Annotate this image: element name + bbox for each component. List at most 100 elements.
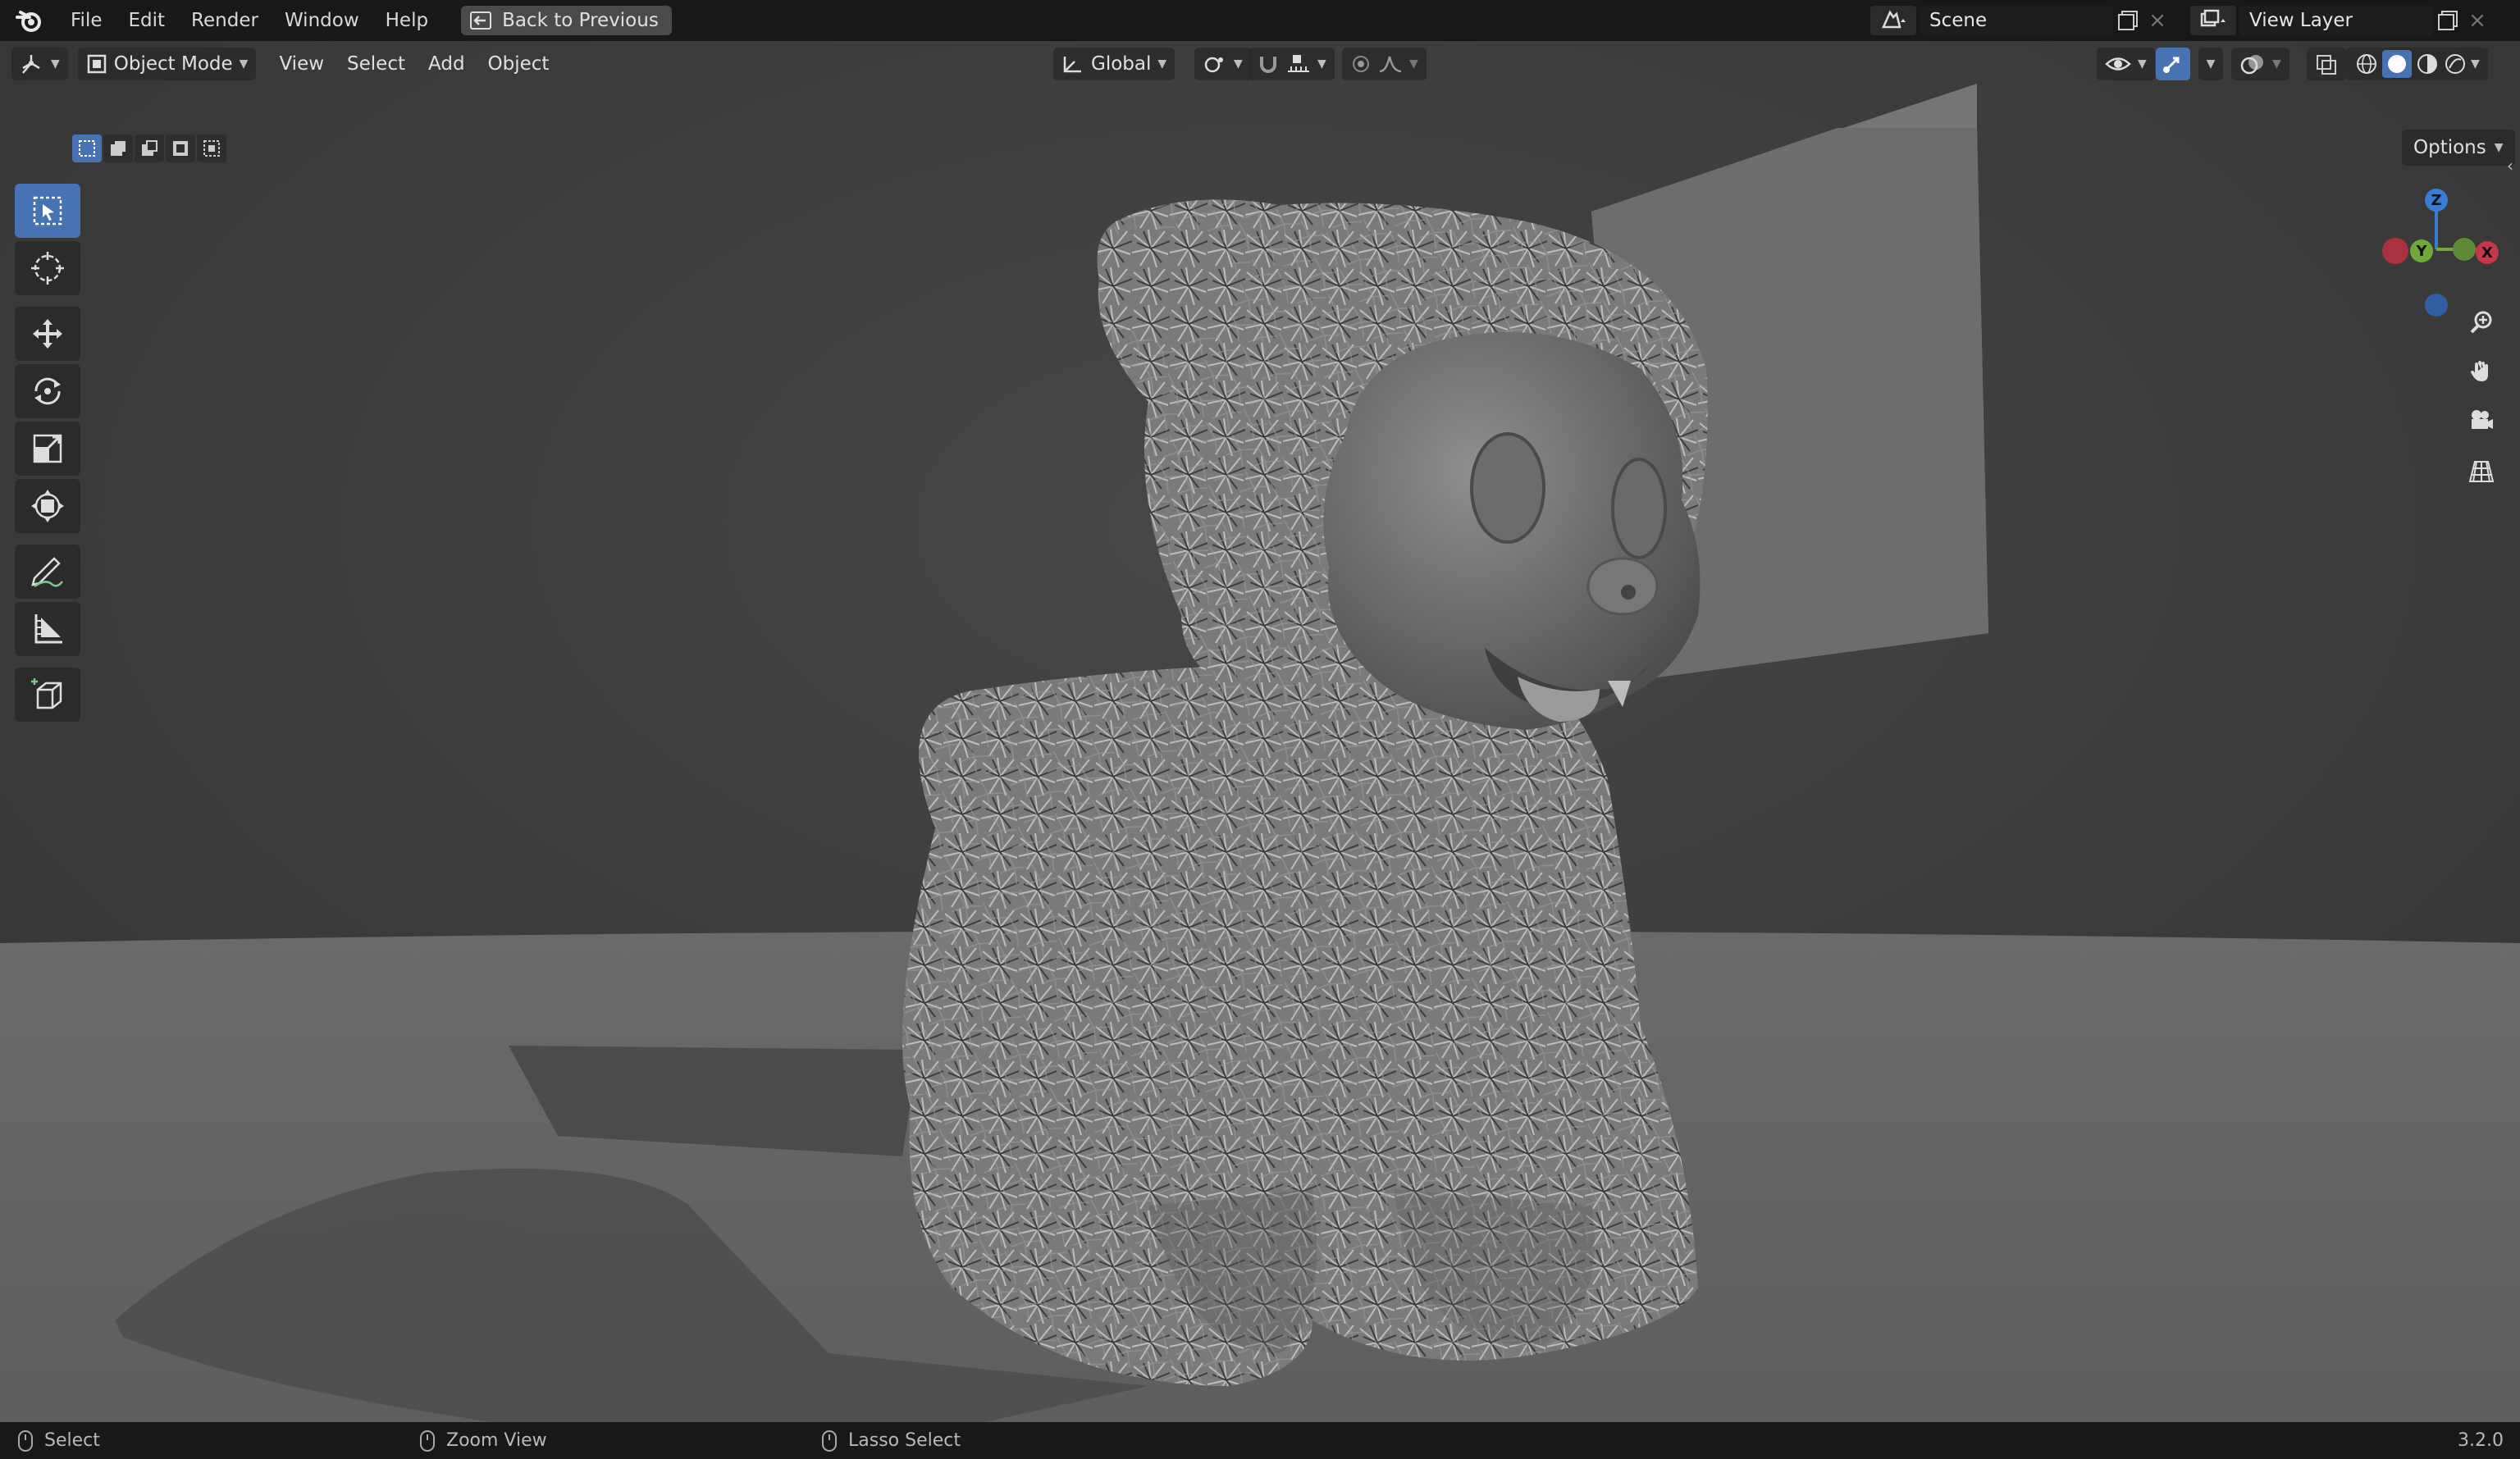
view-layer-selector: View Layer × bbox=[2190, 0, 2492, 41]
new-scene-button[interactable] bbox=[2113, 6, 2143, 35]
transform-orientation-dropdown[interactable]: Global ▼ bbox=[1053, 48, 1176, 80]
zoom-view-button[interactable] bbox=[2461, 302, 2502, 343]
new-view-layer-button[interactable] bbox=[2433, 6, 2463, 35]
view-layer-browse-button[interactable] bbox=[2190, 6, 2236, 35]
show-gizmo-button[interactable] bbox=[2156, 48, 2190, 80]
annotate-icon bbox=[31, 557, 63, 588]
gizmo-icon bbox=[2163, 57, 2180, 73]
select-set-new-icon[interactable] bbox=[72, 135, 102, 162]
remove-view-layer-close-icon[interactable]: × bbox=[2463, 6, 2492, 35]
overlays-group: ▼ bbox=[2231, 48, 2289, 80]
select-extend-icon[interactable] bbox=[103, 135, 133, 162]
menu-add[interactable]: Add bbox=[417, 48, 477, 80]
camera-view-button[interactable] bbox=[2461, 400, 2502, 441]
snap-magnet-icon[interactable] bbox=[1257, 53, 1280, 75]
editor-type-button[interactable]: ▼ bbox=[11, 48, 68, 80]
zoom-icon bbox=[2470, 311, 2492, 334]
options-button[interactable]: Options ▼ bbox=[2402, 130, 2515, 166]
scene-browse-button[interactable] bbox=[1870, 6, 1916, 35]
xray-icon bbox=[2317, 55, 2336, 75]
gizmo-toggle-group: ▼ bbox=[2156, 48, 2223, 80]
remove-scene-close-icon[interactable]: × bbox=[2143, 6, 2172, 35]
proportional-editing-group: ▼ bbox=[1342, 48, 1427, 80]
selection-mode-group bbox=[72, 135, 226, 162]
axis-x-label: X bbox=[2481, 244, 2493, 262]
axis-neg-z-icon bbox=[2425, 294, 2448, 317]
menu-help[interactable]: Help bbox=[372, 0, 441, 41]
options-label: Options bbox=[2413, 137, 2486, 158]
xray-toggle-button[interactable] bbox=[2307, 48, 2346, 80]
menu-edit[interactable]: Edit bbox=[116, 0, 179, 41]
select-subtract-icon[interactable] bbox=[135, 135, 164, 162]
overlays-icon[interactable] bbox=[2239, 52, 2266, 75]
scene-selector: Scene × bbox=[1870, 0, 2172, 41]
menu-object[interactable]: Object bbox=[477, 48, 561, 80]
view-layer-name: View Layer bbox=[2249, 10, 2353, 31]
menu-view[interactable]: View bbox=[267, 48, 336, 80]
sidebar-toggle-icon[interactable]: ‹ bbox=[2507, 156, 2513, 176]
back-to-previous-button[interactable]: Back to Previous bbox=[461, 6, 672, 35]
status-bar: Select Zoom View Lasso Select 3.2.0 bbox=[0, 1422, 2520, 1459]
axis-neg-x-icon bbox=[2382, 238, 2408, 264]
gizmo-options-dropdown[interactable]: ▼ bbox=[2198, 48, 2223, 80]
solid-shading-icon bbox=[2388, 55, 2406, 73]
select-intersect-icon[interactable] bbox=[197, 135, 226, 162]
chevron-down-icon[interactable]: ▼ bbox=[2471, 57, 2480, 71]
pan-view-button[interactable] bbox=[2461, 351, 2502, 392]
tool-shelf bbox=[15, 184, 80, 725]
scale-icon bbox=[33, 434, 62, 463]
menu-select[interactable]: Select bbox=[336, 48, 417, 80]
wireframe-shading-icon[interactable] bbox=[2354, 52, 2379, 76]
3d-view-editor-icon bbox=[22, 55, 40, 74]
pivot-point-icon bbox=[1204, 57, 1223, 73]
3d-viewport[interactable]: Options ▼ Z Y X ‹ bbox=[0, 41, 2520, 1422]
chevron-down-icon: ▼ bbox=[1157, 57, 1167, 71]
tool-scale[interactable] bbox=[15, 422, 80, 476]
scene-name-field[interactable]: Scene bbox=[1920, 6, 2113, 35]
object-mode-dropdown[interactable]: Object Mode ▼ bbox=[77, 48, 257, 80]
measure-icon bbox=[34, 614, 62, 644]
object-mode-label: Object Mode bbox=[113, 53, 233, 75]
snapping-group: ▼ bbox=[1249, 48, 1335, 80]
chevron-down-icon: ▼ bbox=[1234, 57, 1243, 71]
tool-move[interactable] bbox=[15, 307, 80, 361]
chevron-down-icon: ▼ bbox=[2138, 57, 2147, 71]
tool-rotate[interactable] bbox=[15, 364, 80, 418]
menu-file[interactable]: File bbox=[57, 0, 116, 41]
grid-icon bbox=[2468, 461, 2495, 482]
falloff-curve-icon[interactable] bbox=[1378, 53, 1403, 75]
tool-select-box[interactable] bbox=[15, 184, 80, 238]
blender-logo-icon[interactable] bbox=[0, 0, 57, 41]
pivot-point-dropdown[interactable]: ▼ bbox=[1194, 48, 1251, 80]
duplicate-icon bbox=[2118, 11, 2138, 30]
select-box-icon bbox=[33, 196, 62, 226]
rendered-shading-icon[interactable] bbox=[2443, 52, 2468, 76]
cursor-icon bbox=[31, 252, 64, 285]
back-to-previous-label: Back to Previous bbox=[502, 10, 659, 31]
menu-render[interactable]: Render bbox=[178, 0, 272, 41]
tool-measure[interactable] bbox=[15, 602, 80, 656]
material-preview-icon[interactable] bbox=[2415, 52, 2440, 76]
axis-z-label: Z bbox=[2431, 192, 2441, 209]
perspective-toggle-button[interactable] bbox=[2461, 451, 2502, 492]
chevron-down-icon: ▼ bbox=[2206, 57, 2216, 71]
scene-render bbox=[0, 41, 2520, 1422]
view-layer-name-field[interactable]: View Layer bbox=[2239, 6, 2433, 35]
proportional-edit-icon[interactable] bbox=[1350, 53, 1372, 75]
tool-transform[interactable] bbox=[15, 479, 80, 533]
chevron-down-icon: ▼ bbox=[2272, 57, 2281, 71]
chevron-down-icon: ▼ bbox=[51, 57, 60, 71]
visibility-dropdown[interactable]: ▼ bbox=[2097, 48, 2155, 80]
select-invert-icon[interactable] bbox=[166, 135, 195, 162]
tool-cursor[interactable] bbox=[15, 241, 80, 295]
tool-add-cube[interactable] bbox=[15, 668, 80, 722]
status-zoom-label: Zoom View bbox=[446, 1430, 547, 1451]
solid-shading-button[interactable] bbox=[2382, 50, 2412, 78]
snap-increment-icon[interactable] bbox=[1286, 53, 1311, 75]
object-mode-icon bbox=[87, 54, 107, 74]
menu-window[interactable]: Window bbox=[272, 0, 372, 41]
status-zoom-hint: Zoom View bbox=[420, 1429, 547, 1452]
view-layer-icon bbox=[2200, 9, 2226, 27]
transform-icon bbox=[31, 490, 64, 522]
tool-annotate[interactable] bbox=[15, 545, 80, 599]
